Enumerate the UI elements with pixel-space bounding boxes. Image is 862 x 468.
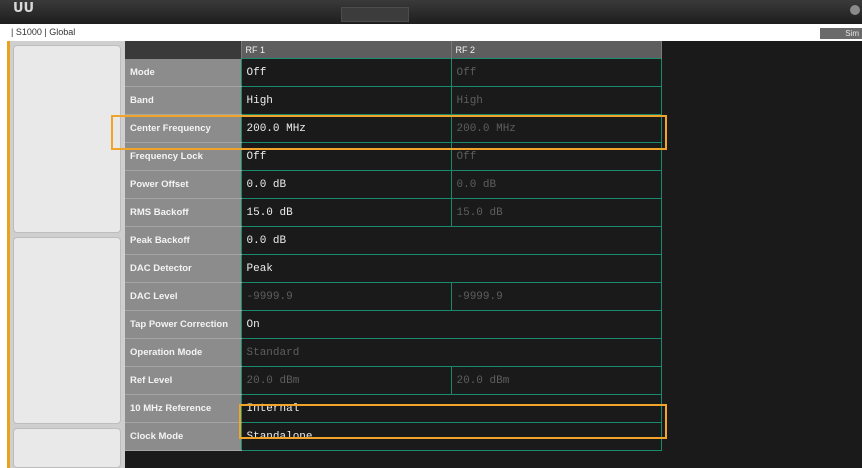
table-row: DAC Detector Peak <box>125 254 662 283</box>
row-label: Power Offset <box>125 170 241 199</box>
table-row: Frequency Lock Off Off <box>125 142 662 171</box>
table-row: Tap Power Correction On <box>125 310 662 339</box>
sidebar-panel-3[interactable] <box>13 428 121 468</box>
row-label: Frequency Lock <box>125 142 241 171</box>
breadcrumb: | S1000 | Global <box>11 27 76 37</box>
table-row: RMS Backoff 15.0 dB 15.0 dB <box>125 198 662 227</box>
sidebar-panel-1[interactable] <box>13 45 121 233</box>
value-cell[interactable]: -9999.9 <box>450 282 662 311</box>
row-label: Ref Level <box>125 366 241 395</box>
table-row: Mode Off Off <box>125 58 662 87</box>
row-label: DAC Detector <box>125 254 241 283</box>
row-label: Tap Power Correction <box>125 310 241 339</box>
value-cell[interactable]: Standalone <box>240 422 662 451</box>
row-label: DAC Level <box>125 282 241 311</box>
table-row: DAC Level -9999.9 -9999.9 <box>125 282 662 311</box>
value-cell[interactable]: 200.0 MHz <box>240 114 452 143</box>
table-row: Peak Backoff 0.0 dB <box>125 226 662 255</box>
table-row: Band High High <box>125 86 662 115</box>
value-cell[interactable]: High <box>450 86 662 115</box>
value-cell[interactable]: Off <box>450 142 662 171</box>
table-row: Operation Mode Standard <box>125 338 662 367</box>
table-header-row: RF 1 RF 2 <box>125 41 662 59</box>
settings-table: RF 1 RF 2 Mode Off Off Band High High Center F… <box>125 41 662 451</box>
row-label: Operation Mode <box>125 338 241 367</box>
column-header-rf1: RF 1 <box>241 41 452 59</box>
column-header-rf2: RF 2 <box>451 41 662 59</box>
value-cell[interactable]: 0.0 dB <box>240 170 452 199</box>
value-cell[interactable]: Off <box>450 58 662 87</box>
breadcrumb-bar: | S1000 | Global <box>0 24 862 41</box>
sidebar <box>10 41 125 468</box>
value-cell[interactable]: Peak <box>240 254 662 283</box>
value-cell[interactable]: -9999.9 <box>240 282 452 311</box>
value-cell[interactable]: 15.0 dB <box>240 198 452 227</box>
row-label: Mode <box>125 58 241 87</box>
value-cell[interactable]: 0.0 dB <box>450 170 662 199</box>
sim-button[interactable]: Sim <box>820 28 862 39</box>
row-label: RMS Backoff <box>125 198 241 227</box>
value-cell[interactable]: Internal <box>240 394 662 423</box>
sidebar-panel-2[interactable] <box>13 237 121 424</box>
row-label: Clock Mode <box>125 422 241 451</box>
value-cell[interactable]: High <box>240 86 452 115</box>
app-logo: UU <box>13 1 35 16</box>
row-label: Band <box>125 86 241 115</box>
table-header-corner <box>125 41 242 59</box>
table-row: 10 MHz Reference Internal <box>125 394 662 423</box>
app-window: UU | S1000 | Global Sim RF 1 RF 2 Mode Of… <box>0 0 862 468</box>
row-label: Center Frequency <box>125 114 241 143</box>
value-cell[interactable]: Standard <box>240 338 662 367</box>
value-cell[interactable]: On <box>240 310 662 339</box>
table-row: Clock Mode Standalone <box>125 422 662 451</box>
row-label: Peak Backoff <box>125 226 241 255</box>
value-cell[interactable]: 20.0 dBm <box>450 366 662 395</box>
title-bar: UU <box>0 0 862 24</box>
status-indicator-icon[interactable] <box>850 5 860 15</box>
table-row: Center Frequency 200.0 MHz 200.0 MHz <box>125 114 662 143</box>
value-cell[interactable]: Off <box>240 142 452 171</box>
table-row: Power Offset 0.0 dB 0.0 dB <box>125 170 662 199</box>
top-center-button[interactable] <box>341 7 409 22</box>
value-cell[interactable]: 20.0 dBm <box>240 366 452 395</box>
value-cell[interactable]: 0.0 dB <box>240 226 662 255</box>
table-row: Ref Level 20.0 dBm 20.0 dBm <box>125 366 662 395</box>
value-cell[interactable]: 15.0 dB <box>450 198 662 227</box>
row-label: 10 MHz Reference <box>125 394 241 423</box>
value-cell[interactable]: 200.0 MHz <box>450 114 662 143</box>
value-cell[interactable]: Off <box>240 58 452 87</box>
